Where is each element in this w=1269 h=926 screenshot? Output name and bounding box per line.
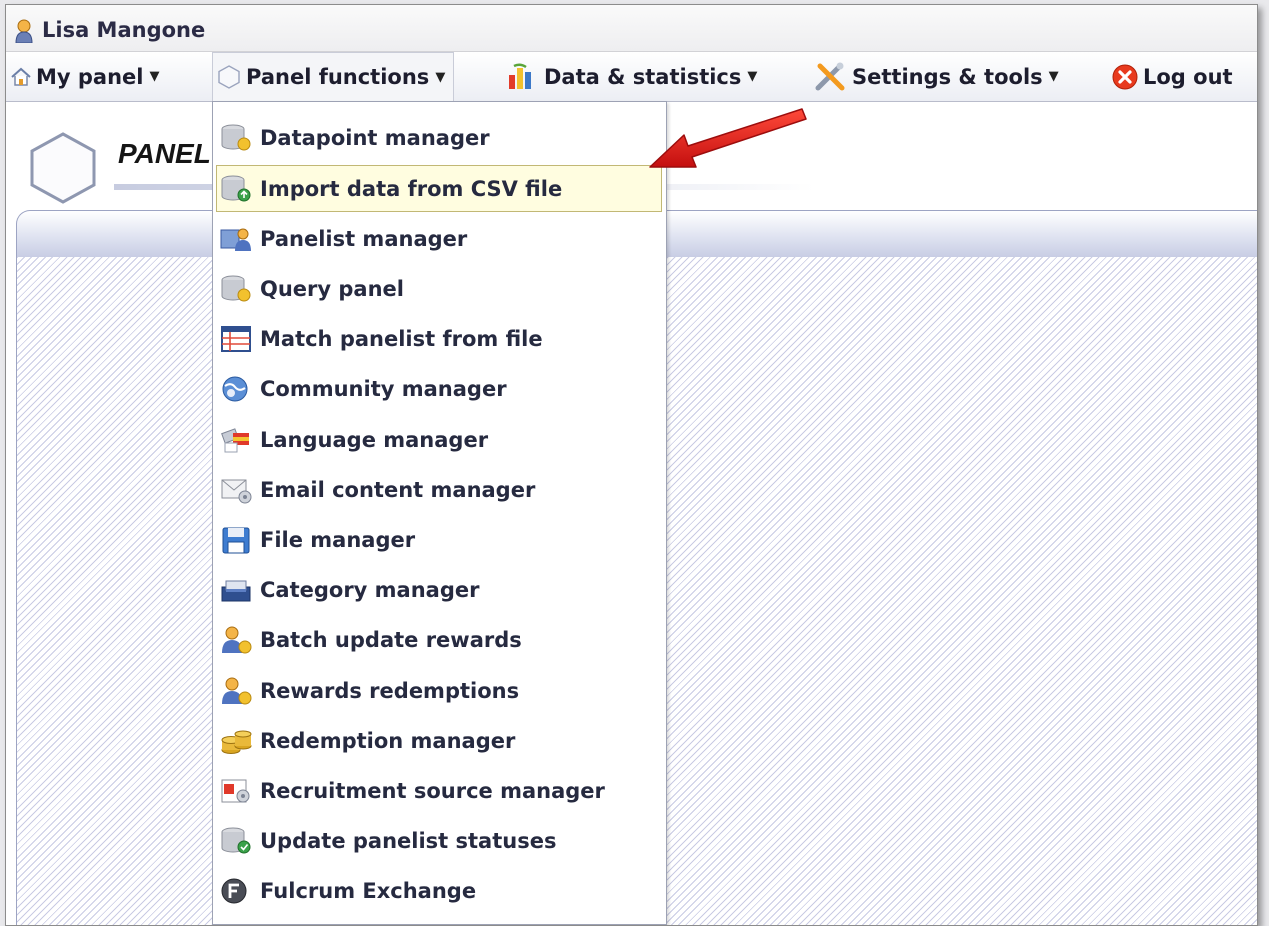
menu-item-label: Community manager [260, 377, 507, 401]
recruitment-icon [221, 779, 250, 803]
menu-item-file-manager[interactable]: File manager [217, 517, 661, 563]
menu-item-label: Panelist manager [260, 227, 468, 251]
menu-item-label: Rewards redemptions [260, 679, 520, 703]
email-icon [221, 479, 252, 504]
chevron-down-icon: ▼ [747, 69, 758, 84]
menu-item-label: Batch update rewards [260, 628, 522, 652]
coins-icon [221, 730, 252, 754]
menu-item-query-panel[interactable]: Query panel [217, 266, 661, 312]
menu-item-recruitment-source-manager[interactable]: Recruitment source manager [217, 768, 661, 814]
menu-item-label: Recruitment source manager [260, 779, 605, 803]
panel-functions-menu: Datapoint manager Import data from CSV f… [212, 101, 667, 925]
category-icon [221, 580, 251, 602]
nav-settings-tools[interactable]: Settings & tools ▼ [814, 52, 1059, 101]
menu-item-category-manager[interactable]: Category manager [217, 567, 661, 613]
menu-item-fulcrum-exchange[interactable]: Fulcrum Exchange [217, 868, 661, 914]
menu-item-label: Redemption manager [260, 729, 516, 753]
menu-item-label: Query panel [260, 277, 404, 301]
database-import-icon [221, 175, 251, 201]
cube-icon [218, 65, 240, 89]
close-circle-icon [1112, 64, 1138, 89]
menu-item-update-panelist-statuses[interactable]: Update panelist statuses [217, 818, 661, 864]
menu-item-community-manager[interactable]: Community manager [217, 366, 661, 412]
user-name[interactable]: Lisa Mangone [42, 18, 205, 42]
menu-item-label: Update panelist statuses [260, 829, 557, 853]
rewards-user-icon [222, 677, 252, 705]
nav-data-statistics[interactable]: Data & statistics ▼ [506, 52, 757, 101]
menu-item-match-panelist-from-file[interactable]: Match panelist from file [217, 316, 661, 362]
rewards-user-icon [222, 626, 252, 654]
floppy-disk-icon [222, 527, 250, 554]
menu-item-datapoint-manager[interactable]: Datapoint manager [217, 115, 661, 161]
home-icon [11, 67, 31, 86]
menu-item-rewards-redemptions[interactable]: Rewards redemptions [217, 668, 661, 714]
chevron-down-icon: ▼ [1048, 69, 1059, 84]
language-icon [221, 428, 249, 453]
database-icon [221, 124, 251, 151]
nav-settings-tools-label: Settings & tools [852, 64, 1043, 89]
user-bar: Lisa Mangone [6, 5, 1257, 52]
nav-log-out-label: Log out [1143, 64, 1233, 89]
menu-item-label: File manager [260, 528, 416, 552]
nav-my-panel-label: My panel [36, 64, 144, 89]
nav-my-panel[interactable]: My panel ▼ [10, 52, 160, 101]
main-nav: My panel ▼ Panel functions ▼ Data & stat… [6, 52, 1257, 102]
community-icon [222, 376, 248, 402]
nav-panel-functions[interactable]: Panel functions ▼ [212, 52, 455, 101]
tools-icon [815, 62, 845, 90]
menu-item-label: Match panelist from file [260, 327, 543, 351]
menu-item-batch-update-rewards[interactable]: Batch update rewards [217, 617, 661, 663]
menu-item-email-content-manager[interactable]: Email content manager [217, 467, 661, 513]
app-window: Lisa Mangone My panel ▼ Panel functions … [5, 4, 1258, 926]
nav-log-out[interactable]: Log out [1111, 52, 1233, 101]
user-icon [15, 19, 33, 43]
nav-panel-functions-label: Panel functions [246, 65, 430, 89]
menu-item-import-data-csv[interactable]: Import data from CSV file [216, 165, 662, 212]
database-query-icon [221, 275, 251, 302]
database-update-icon [221, 827, 251, 854]
panelist-icon [220, 228, 251, 251]
menu-item-label: Datapoint manager [260, 126, 490, 150]
menu-item-label: Category manager [260, 578, 480, 602]
annotation-arrow-icon [649, 108, 807, 168]
menu-item-label: Email content manager [260, 478, 536, 502]
menu-item-label: Fulcrum Exchange [260, 879, 477, 903]
panel-cube-icon [30, 132, 96, 204]
chevron-down-icon: ▼ [149, 69, 160, 84]
menu-item-panelist-manager[interactable]: Panelist manager [217, 216, 661, 262]
chevron-down-icon: ▼ [435, 69, 446, 85]
menu-item-redemption-manager[interactable]: Redemption manager [217, 718, 661, 764]
chart-icon [509, 62, 531, 89]
page-title: PANEL [118, 138, 211, 169]
fulcrum-icon [221, 878, 247, 904]
menu-item-language-manager[interactable]: Language manager [217, 417, 661, 463]
menu-item-label: Import data from CSV file [260, 176, 563, 201]
nav-data-statistics-label: Data & statistics [544, 64, 742, 89]
menu-item-label: Language manager [260, 428, 489, 452]
table-file-icon [221, 326, 251, 352]
